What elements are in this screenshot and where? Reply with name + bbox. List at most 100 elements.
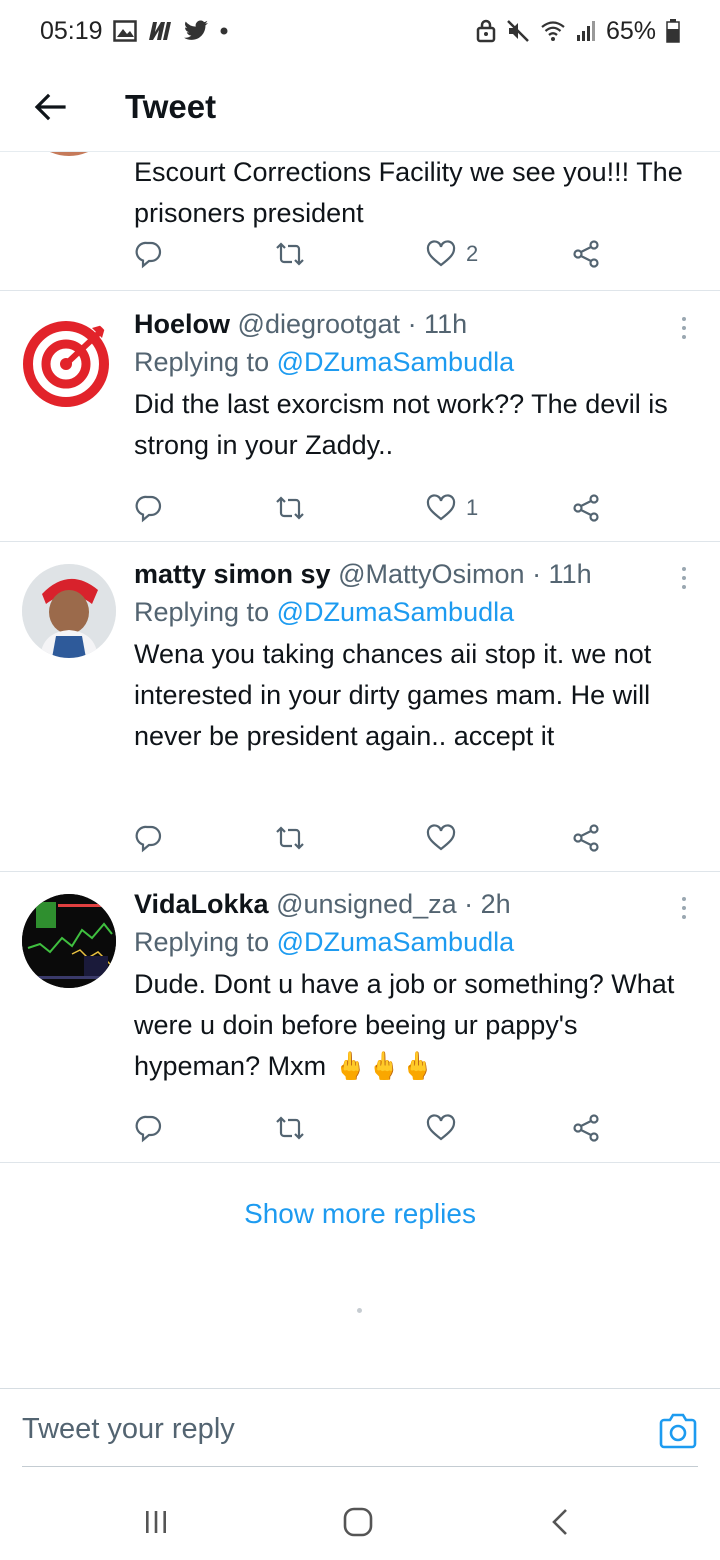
tweet-item[interactable]: Escourt Corrections Facility we see you!… bbox=[0, 152, 720, 291]
home-button[interactable] bbox=[338, 1502, 378, 1542]
status-bar: 05:19 65% bbox=[0, 0, 720, 62]
tweet-header: matty simon sy @MattyOsimon · 11h bbox=[134, 556, 690, 592]
battery-icon bbox=[666, 18, 680, 44]
tweet-actions: 1 bbox=[134, 488, 614, 528]
avatar[interactable] bbox=[22, 314, 116, 408]
share-button[interactable] bbox=[572, 234, 602, 274]
share-button[interactable] bbox=[572, 488, 602, 528]
system-nav-bar bbox=[0, 1478, 720, 1560]
netflix-icon bbox=[147, 18, 173, 44]
tweet-text: Wena you taking chances aii stop it. we … bbox=[134, 639, 652, 751]
tweet-content: matty simon sy @MattyOsimon · 11h Replyi… bbox=[134, 556, 690, 757]
recent-apps-button[interactable] bbox=[136, 1502, 176, 1542]
replying-label: Replying to bbox=[134, 597, 270, 627]
replying-label: Replying to bbox=[134, 927, 270, 957]
tweet-header: Hoelow @diegrootgat · 11h bbox=[134, 306, 690, 342]
retweet-icon bbox=[276, 242, 304, 266]
retweet-icon bbox=[276, 496, 304, 520]
tweet-text: Did the last exorcism not work?? The dev… bbox=[134, 389, 668, 460]
trading-chart-icon bbox=[22, 894, 116, 988]
tweet-time: · 11h bbox=[532, 559, 592, 589]
retweet-icon bbox=[276, 826, 304, 850]
like-count: 2 bbox=[466, 241, 479, 266]
tweet-content: VidaLokka @unsigned_za · 2h Replying to … bbox=[134, 886, 690, 1087]
replying-to: Replying to @DZumaSambudla bbox=[134, 922, 690, 962]
tweet-content: Hoelow @diegrootgat · 11h Replying to @D… bbox=[134, 306, 690, 466]
signal-icon bbox=[576, 18, 596, 44]
avatar[interactable] bbox=[22, 564, 116, 658]
show-more-replies-link[interactable]: Show more replies bbox=[0, 1198, 720, 1230]
tweet-text-wrapper: Dude. Dont u have a job or something? Wh… bbox=[134, 964, 690, 1087]
tweet-text: Escourt Corrections Facility we see you!… bbox=[134, 157, 683, 228]
back-button[interactable] bbox=[0, 62, 100, 152]
tweet-item[interactable]: matty simon sy @MattyOsimon · 11h Replyi… bbox=[0, 542, 720, 872]
mute-icon bbox=[506, 18, 530, 44]
tweet-actions: 2 bbox=[134, 234, 614, 274]
share-icon bbox=[573, 240, 599, 268]
chevron-left-icon bbox=[552, 1509, 567, 1535]
user-handle[interactable]: @diegrootgat bbox=[238, 309, 401, 339]
retweet-button[interactable] bbox=[274, 818, 306, 858]
retweet-button[interactable] bbox=[274, 1108, 306, 1148]
status-time: 05:19 bbox=[40, 16, 103, 45]
share-button[interactable] bbox=[572, 818, 602, 858]
loading-indicator bbox=[357, 1308, 362, 1313]
avatar[interactable] bbox=[22, 894, 116, 988]
dot-icon bbox=[219, 18, 229, 44]
like-button[interactable]: 1 bbox=[426, 488, 478, 528]
user-handle[interactable]: @unsigned_za bbox=[276, 889, 457, 919]
like-count: 1 bbox=[466, 495, 479, 520]
mention-link[interactable]: @DZumaSambudla bbox=[277, 927, 515, 957]
twitter-icon bbox=[183, 18, 209, 44]
page-title: Tweet bbox=[125, 87, 217, 125]
composer-divider bbox=[22, 1466, 698, 1467]
reply-icon bbox=[135, 241, 162, 269]
replying-to: Replying to @DZumaSambudla bbox=[134, 592, 690, 632]
replying-to: Replying to @DZumaSambudla bbox=[134, 342, 690, 382]
avatar[interactable] bbox=[22, 152, 116, 156]
home-icon bbox=[343, 1507, 373, 1537]
camera-button[interactable] bbox=[658, 1413, 698, 1449]
arrow-left-icon bbox=[34, 93, 66, 120]
like-button[interactable] bbox=[426, 1108, 466, 1148]
user-handle[interactable]: @MattyOsimon bbox=[338, 559, 524, 589]
share-button[interactable] bbox=[572, 1108, 602, 1148]
retweet-icon bbox=[276, 1116, 304, 1140]
tweet-item[interactable]: VidaLokka @unsigned_za · 2h Replying to … bbox=[0, 872, 720, 1163]
heart-icon bbox=[426, 240, 456, 267]
reply-input[interactable] bbox=[22, 1403, 632, 1455]
image-icon bbox=[112, 18, 137, 44]
lock-icon bbox=[476, 18, 496, 44]
status-bar-right: 65% bbox=[476, 17, 680, 46]
mention-link[interactable]: @DZumaSambudla bbox=[277, 597, 515, 627]
tweet-actions bbox=[134, 1108, 614, 1148]
user-name[interactable]: matty simon sy bbox=[134, 559, 331, 589]
reply-button[interactable] bbox=[134, 1108, 164, 1148]
wifi-icon bbox=[540, 18, 566, 44]
share-icon bbox=[573, 494, 599, 522]
reply-button[interactable] bbox=[134, 818, 164, 858]
heart-icon bbox=[426, 494, 456, 521]
user-name[interactable]: Hoelow bbox=[134, 309, 230, 339]
tweet-item[interactable]: Hoelow @diegrootgat · 11h Replying to @D… bbox=[0, 292, 720, 542]
mention-link[interactable]: @DZumaSambudla bbox=[277, 347, 515, 377]
screen: 05:19 65% Tweet Escourt Corrections Faci… bbox=[0, 0, 720, 1560]
reply-button[interactable] bbox=[134, 488, 164, 528]
retweet-button[interactable] bbox=[274, 488, 306, 528]
tweet-content: Escourt Corrections Facility we see you!… bbox=[134, 152, 690, 234]
tweet-time: · 11h bbox=[407, 309, 468, 339]
share-icon bbox=[573, 824, 599, 852]
like-button[interactable] bbox=[426, 818, 466, 858]
reply-icon bbox=[135, 825, 162, 853]
tweet-emoji: 🖕🖕🖕 bbox=[333, 1051, 435, 1081]
reply-icon bbox=[135, 1115, 162, 1143]
tweet-time: · 2h bbox=[464, 889, 511, 919]
reply-button[interactable] bbox=[134, 234, 164, 274]
user-name[interactable]: VidaLokka bbox=[134, 889, 269, 919]
like-button[interactable]: 2 bbox=[426, 234, 478, 274]
retweet-button[interactable] bbox=[274, 234, 306, 274]
back-nav-button[interactable] bbox=[540, 1502, 580, 1542]
target-logo-icon bbox=[23, 321, 109, 407]
status-bar-left: 05:19 bbox=[40, 17, 229, 46]
baby-photo-icon bbox=[22, 564, 116, 658]
